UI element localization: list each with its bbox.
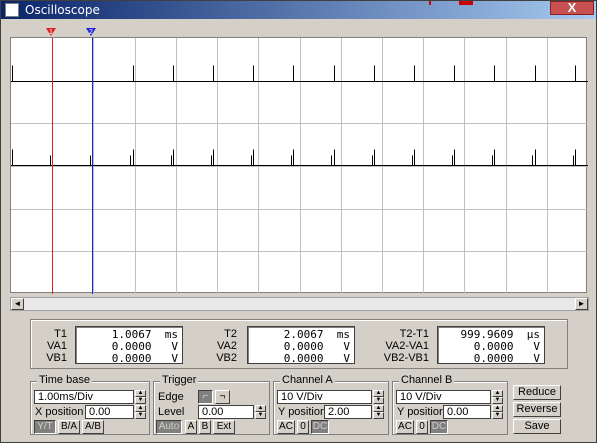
xpos-label: X position (35, 406, 84, 418)
va2-va1-label: VA2-VA1 (385, 340, 429, 352)
scroll-right-button[interactable]: ► (575, 298, 588, 310)
spin-down-icon[interactable]: ▼ (492, 412, 503, 419)
cursor-2-marker[interactable]: 2 (86, 28, 96, 36)
readout-col1: 1.0067 ms 0.0000 V 0.0000 V (75, 326, 183, 365)
vb2-vb1-label: VB2-VB1 (383, 352, 429, 364)
vb1-value: 0.0000 V (111, 352, 178, 365)
channel-a-scale-field[interactable]: 10 V/Div (277, 390, 372, 404)
rising-edge-icon[interactable]: ⌐ (198, 390, 213, 404)
channel-b-title: Channel B (399, 374, 455, 386)
app-icon (5, 3, 19, 17)
cursor-1-label: 1 (49, 29, 53, 36)
xpos-field[interactable]: 0.00 (85, 405, 134, 419)
scope-graph (11, 38, 588, 294)
vb2-vb1-value: 0.0000 V (473, 352, 540, 365)
falling-edge-icon[interactable]: ¬ (215, 390, 230, 404)
t2-t1-label: T2-T1 (399, 328, 429, 340)
channel-b-scale-field[interactable]: 10 V/Div (396, 390, 491, 404)
t1-label: T1 (54, 328, 67, 340)
title-bar: Oscilloscope X (1, 1, 596, 19)
spin-up-icon[interactable]: ▲ (373, 390, 384, 397)
edge-label: Edge (158, 391, 184, 403)
spin-up-icon[interactable]: ▲ (255, 405, 266, 412)
cursor-1-marker[interactable]: 1 (46, 28, 56, 36)
cursor-2-label: 2 (89, 29, 93, 36)
channel-a-ypos-label: Y position (278, 406, 327, 418)
spin-down-icon[interactable]: ▼ (373, 412, 384, 419)
timebase-group: Time base 1.00ms/Div ▲ ▼ X position 0.00 … (30, 374, 150, 435)
spin-down-icon[interactable]: ▼ (373, 397, 384, 404)
channel-b-ypos-field[interactable]: 0.00 (443, 405, 491, 419)
channel-a-ac-button[interactable]: AC (277, 420, 295, 434)
horizontal-scrollbar[interactable]: ◄ ► (10, 297, 589, 311)
trigger-ext-button[interactable]: Ext (213, 420, 235, 434)
timebase-title: Time base (37, 374, 92, 386)
window-title: Oscilloscope (25, 3, 100, 17)
channel-a-scale-spinner[interactable]: ▲ ▼ (373, 390, 384, 404)
trigger-group: Trigger Edge ⌐ ¬ Level 0.00 ▲ ▼ Auto A B … (153, 374, 270, 435)
readout-col2: 2.0067 ms 0.0000 V 0.0000 V (247, 326, 355, 365)
channel-a-ypos-field[interactable]: 2.00 (324, 405, 372, 419)
t2-label: T2 (224, 328, 237, 340)
spin-up-icon[interactable]: ▲ (135, 390, 146, 397)
spin-up-icon[interactable]: ▲ (135, 405, 146, 412)
level-label: Level (158, 406, 185, 418)
channel-b-ypos-spinner[interactable]: ▲ ▼ (492, 405, 503, 419)
vb2-label: VB2 (216, 352, 237, 364)
save-button[interactable]: Save (513, 419, 561, 434)
channel-a-zero-button[interactable]: 0 (297, 420, 309, 434)
va1-label: VA1 (47, 340, 67, 352)
spin-down-icon[interactable]: ▼ (492, 397, 503, 404)
channel-b-dc-button[interactable]: DC (430, 420, 448, 434)
spin-down-icon[interactable]: ▼ (135, 397, 146, 404)
spin-up-icon[interactable]: ▲ (492, 405, 503, 412)
spin-up-icon[interactable]: ▲ (373, 405, 384, 412)
va2-label: VA2 (217, 340, 237, 352)
title-marker (429, 1, 431, 5)
yt-button[interactable]: Y/T (34, 420, 56, 434)
channel-a-dc-button[interactable]: DC (311, 420, 329, 434)
reverse-button[interactable]: Reverse (513, 402, 561, 417)
channel-b-group: Channel B 10 V/Div ▲ ▼ Y position 0.00 ▲ ▼… (392, 374, 508, 435)
scroll-left-button[interactable]: ◄ (11, 298, 24, 310)
channel-b-ypos-label: Y position (397, 406, 446, 418)
spin-up-icon[interactable]: ▲ (492, 390, 503, 397)
trigger-auto-button[interactable]: Auto (156, 420, 182, 434)
title-marker (459, 1, 473, 5)
xpos-spinner[interactable]: ▲ ▼ (135, 405, 146, 419)
level-field[interactable]: 0.00 (198, 405, 254, 419)
channel-b-scale-spinner[interactable]: ▲ ▼ (492, 390, 503, 404)
scope-screen[interactable] (10, 37, 588, 294)
trigger-title: Trigger (160, 374, 199, 386)
reduce-button[interactable]: Reduce (513, 385, 561, 400)
ab-button[interactable]: A/B (82, 420, 104, 434)
vb2-value: 0.0000 V (283, 352, 350, 365)
readout-col3: 999.9609 μs 0.0000 V 0.0000 V (437, 326, 545, 365)
trigger-a-button[interactable]: A (185, 420, 197, 434)
spin-down-icon[interactable]: ▼ (135, 412, 146, 419)
timebase-scale-spinner[interactable]: ▲ ▼ (135, 390, 146, 404)
cursor-readouts: T1 VA1 VB1 1.0067 ms 0.0000 V 0.0000 V T… (30, 319, 568, 369)
channel-b-zero-button[interactable]: 0 (416, 420, 428, 434)
spin-down-icon[interactable]: ▼ (255, 412, 266, 419)
channel-a-group: Channel A 10 V/Div ▲ ▼ Y position 2.00 ▲ ▼… (273, 374, 389, 435)
cursor-markers: 1 2 (46, 28, 96, 36)
channel-b-ac-button[interactable]: AC (396, 420, 414, 434)
trigger-b-button[interactable]: B (199, 420, 211, 434)
oscilloscope-window: Oscilloscope X 1 2 ◄ ► T1 VA1 VB1 1.0067… (0, 0, 597, 443)
ba-button[interactable]: B/A (58, 420, 80, 434)
level-spinner[interactable]: ▲ ▼ (255, 405, 266, 419)
channel-a-title: Channel A (280, 374, 335, 386)
channel-a-ypos-spinner[interactable]: ▲ ▼ (373, 405, 384, 419)
vb1-label: VB1 (46, 352, 67, 364)
timebase-scale-field[interactable]: 1.00ms/Div (34, 390, 134, 404)
close-button[interactable]: X (550, 1, 594, 15)
